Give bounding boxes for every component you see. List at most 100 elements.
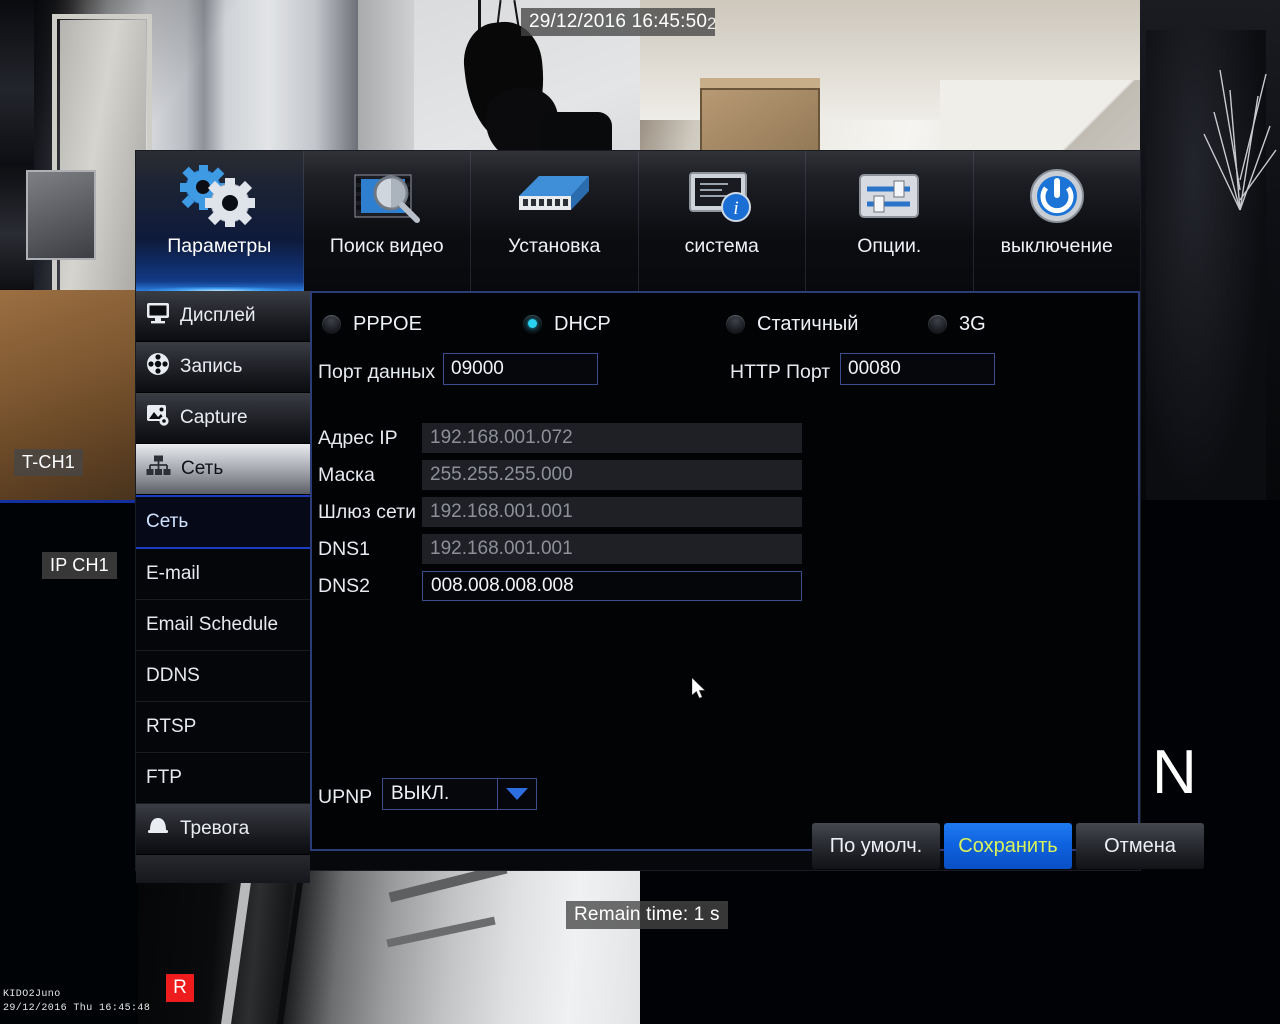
gears-icon xyxy=(176,157,262,235)
monitor-icon xyxy=(146,302,170,330)
sidebar-group-record[interactable]: Запись xyxy=(136,342,310,393)
menu-label: Опции. xyxy=(857,235,922,257)
sidebar-group-network[interactable]: Сеть xyxy=(136,444,310,495)
radio-3g[interactable]: 3G xyxy=(928,313,986,336)
menu-item-parametry[interactable]: Параметры xyxy=(136,151,304,291)
power-icon xyxy=(1026,157,1088,235)
field-row-dns2: DNS2 008.008.008.008 xyxy=(318,571,1138,601)
sidebar-group-label: Capture xyxy=(180,407,248,428)
sidebar-item-email-schedule[interactable]: Email Schedule xyxy=(136,600,310,651)
stair-shape xyxy=(277,868,305,1024)
dns2-label: DNS2 xyxy=(318,575,371,597)
sidebar-item-email[interactable]: E-mail xyxy=(136,549,310,600)
menu-label: Параметры xyxy=(167,235,272,257)
dns1-value[interactable]: 192.168.001.001 xyxy=(422,534,802,564)
radio-dot-icon xyxy=(928,315,947,334)
menu-item-ustanovka[interactable]: Установка xyxy=(471,151,639,291)
ip-address-value[interactable]: 192.168.001.072 xyxy=(422,423,802,453)
stair-shape xyxy=(221,868,253,1024)
sidebar-group-display[interactable]: Дисплей xyxy=(136,291,310,342)
subnet-mask-value[interactable]: 255.255.255.000 xyxy=(422,460,802,490)
bell-icon xyxy=(146,816,170,842)
sidebar-item-ddns[interactable]: DDNS xyxy=(136,651,310,702)
dns1-label: DNS1 xyxy=(318,538,371,560)
main-menu-bar: Параметры Поиск видео Установка i систем… xyxy=(136,151,1140,291)
field-row-mask: Маска 255.255.255.000 xyxy=(318,460,1138,490)
sidebar-filler xyxy=(136,855,310,883)
osd-channel-number: 2 xyxy=(707,14,717,33)
osd-record-badge: R xyxy=(166,974,194,1002)
strap-shape xyxy=(478,0,481,30)
osd-device-name: KIDO2Juno xyxy=(3,989,61,1000)
chevron-down-icon[interactable] xyxy=(497,779,536,809)
menu-item-opcii[interactable]: Опции. xyxy=(806,151,974,291)
film-reel-icon xyxy=(146,352,170,382)
sidebar-group-label: Сеть xyxy=(181,458,224,479)
radio-label: PPPOE xyxy=(353,313,422,335)
osd-remain-time: Remain time: 1 s xyxy=(566,901,728,929)
upnp-selected-value: ВЫКЛ. xyxy=(391,783,450,804)
menu-label: Установка xyxy=(508,235,601,257)
settings-window: Параметры Поиск видео Установка i систем… xyxy=(136,151,1204,883)
network-settings-form: PPPOE DHCP Статичный 3G Порт данных 0900… xyxy=(310,291,1140,851)
watermark-letter: N xyxy=(1152,738,1197,807)
sidebar-group-label: Дисплей xyxy=(180,305,256,326)
picture-icon xyxy=(146,404,170,433)
sliders-icon xyxy=(854,157,924,235)
osd-timestamp: 29/12/2016 16:45:50 xyxy=(521,8,716,36)
radio-label: Статичный xyxy=(757,313,859,335)
camera-view-far-right[interactable] xyxy=(1140,0,1280,500)
sidebar-item-label: E-mail xyxy=(146,563,200,584)
connection-mode-group: PPPOE DHCP Статичный 3G xyxy=(322,307,1122,347)
menu-item-poisk-video[interactable]: Поиск видео xyxy=(303,151,471,291)
ports-row: Порт данных 09000 HTTP Порт 00080 xyxy=(318,353,1136,393)
network-icon xyxy=(146,455,171,483)
sidebar-item-label: Email Schedule xyxy=(146,614,279,635)
camera-view-bottom-center[interactable] xyxy=(138,868,640,1024)
data-port-input[interactable]: 09000 xyxy=(443,353,598,385)
field-row-gateway: Шлюз сети 192.168.001.001 xyxy=(318,497,1138,527)
sidebar-item-rtsp[interactable]: RTSP xyxy=(136,702,310,753)
field-row-ip: Адрес IP 192.168.001.072 xyxy=(318,423,1138,453)
radio-static[interactable]: Статичный xyxy=(726,313,858,336)
sidebar-item-label: DDNS xyxy=(146,665,200,686)
http-port-input[interactable]: 00080 xyxy=(840,353,995,385)
radio-dhcp[interactable]: DHCP xyxy=(523,313,611,336)
mouse-cursor xyxy=(692,678,706,699)
radio-label: 3G xyxy=(959,313,986,335)
default-button[interactable]: По умолч. xyxy=(812,823,940,869)
sidebar-group-alarm[interactable]: Тревога xyxy=(136,804,310,855)
field-row-dns1: DNS1 192.168.001.001 xyxy=(318,534,1138,564)
osd-device-datetime: 29/12/2016 Thu 16:45:48 xyxy=(3,1003,151,1014)
menu-label: выключение xyxy=(1000,235,1113,257)
menu-item-vyklyuchenie[interactable]: выключение xyxy=(973,151,1140,291)
radio-pppoe[interactable]: PPPOE xyxy=(322,313,422,336)
sidebar-item-label: FTP xyxy=(146,767,182,788)
wall-box-shape xyxy=(26,170,96,260)
menu-item-sistema[interactable]: i система xyxy=(638,151,806,291)
gateway-label: Шлюз сети xyxy=(318,501,417,523)
sidebar-item-ftp[interactable]: FTP xyxy=(136,753,310,804)
stair-shape xyxy=(386,916,496,948)
svg-text:i: i xyxy=(733,198,738,219)
osd-channel-label-ipch1: IP CH1 xyxy=(42,552,117,579)
upnp-label: UPNP xyxy=(318,786,373,808)
cancel-button[interactable]: Отмена xyxy=(1076,823,1204,869)
sidebar-group-label: Тревога xyxy=(180,818,250,839)
sidebar-item-label: RTSP xyxy=(146,716,197,737)
plant-twigs-shape xyxy=(1203,69,1277,211)
gateway-value[interactable]: 192.168.001.001 xyxy=(422,497,802,527)
form-actions: По умолч. Сохранить Отмена xyxy=(812,823,1204,869)
menu-label: Поиск видео xyxy=(329,235,444,257)
sidebar-item-set[interactable]: Сеть xyxy=(136,495,310,549)
video-search-icon xyxy=(349,157,425,235)
settings-sidebar: Дисплей Запись Capture Сеть Сеть E-mail … xyxy=(136,291,310,883)
system-info-icon: i xyxy=(684,157,760,235)
upnp-select[interactable]: ВЫКЛ. xyxy=(382,778,537,810)
sidebar-group-capture[interactable]: Capture xyxy=(136,393,310,444)
harddisk-icon xyxy=(513,157,595,235)
stair-shape xyxy=(388,868,508,903)
menu-label: система xyxy=(684,235,759,257)
dns2-input[interactable]: 008.008.008.008 xyxy=(422,571,802,601)
save-button[interactable]: Сохранить xyxy=(944,823,1072,869)
